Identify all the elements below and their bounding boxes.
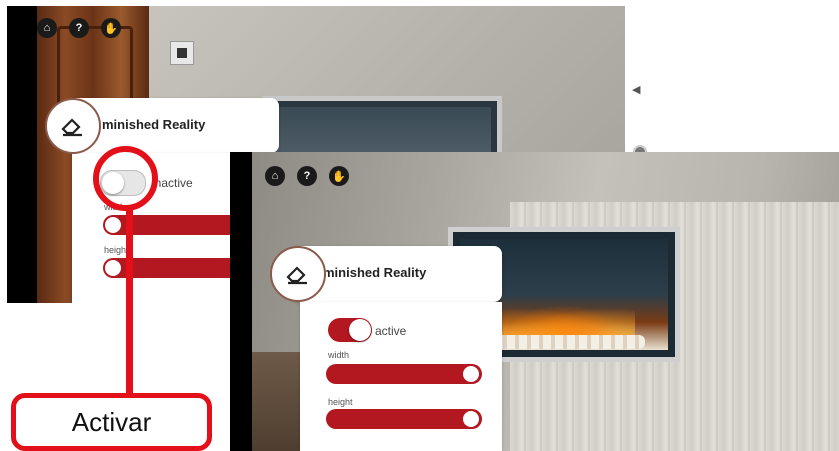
width-thumb[interactable] — [463, 366, 479, 382]
height-slider[interactable] — [103, 258, 243, 278]
black-strip — [230, 152, 252, 451]
top-toolbar: ⌂ ? ✋ — [37, 18, 121, 38]
home-icon[interactable]: ⌂ — [37, 18, 57, 38]
eraser-button[interactable] — [45, 98, 101, 154]
toggle-knob — [349, 319, 371, 341]
eraser-icon — [61, 118, 82, 137]
top-toolbar: ⌂ ? ✋ — [265, 166, 349, 186]
callout-label: Activar — [11, 393, 212, 451]
width-label: width — [328, 350, 350, 360]
height-label: height — [104, 245, 129, 255]
width-thumb[interactable] — [105, 217, 121, 233]
hand-icon[interactable]: ✋ — [101, 18, 121, 38]
back-arrow-icon[interactable]: ◀ — [632, 83, 640, 96]
eraser-button[interactable] — [270, 246, 326, 302]
height-slider[interactable] — [326, 409, 482, 429]
hand-icon[interactable]: ✋ — [329, 166, 349, 186]
height-thumb[interactable] — [463, 411, 479, 427]
eraser-icon — [286, 266, 307, 285]
fire-flames — [493, 299, 635, 339]
callout-line — [126, 210, 133, 395]
help-icon[interactable]: ? — [297, 166, 317, 186]
fire-logs — [483, 335, 645, 349]
width-slider[interactable] — [326, 364, 482, 384]
home-icon[interactable]: ⌂ — [265, 166, 285, 186]
black-strip — [7, 6, 37, 303]
panel-title: minished Reality — [102, 117, 206, 132]
width-slider[interactable] — [103, 215, 243, 235]
panel-title: minished Reality — [323, 265, 427, 280]
height-thumb[interactable] — [105, 260, 121, 276]
toggle-label: inactive — [152, 176, 193, 190]
help-icon[interactable]: ? — [69, 18, 89, 38]
light-switch — [170, 41, 194, 65]
screenshot-after: ⌂ ? ✋ minished Reality active width heig… — [230, 152, 839, 451]
active-toggle[interactable] — [328, 318, 372, 342]
toggle-label: active — [375, 324, 407, 338]
height-label: height — [328, 397, 353, 407]
callout-circle — [93, 146, 158, 211]
